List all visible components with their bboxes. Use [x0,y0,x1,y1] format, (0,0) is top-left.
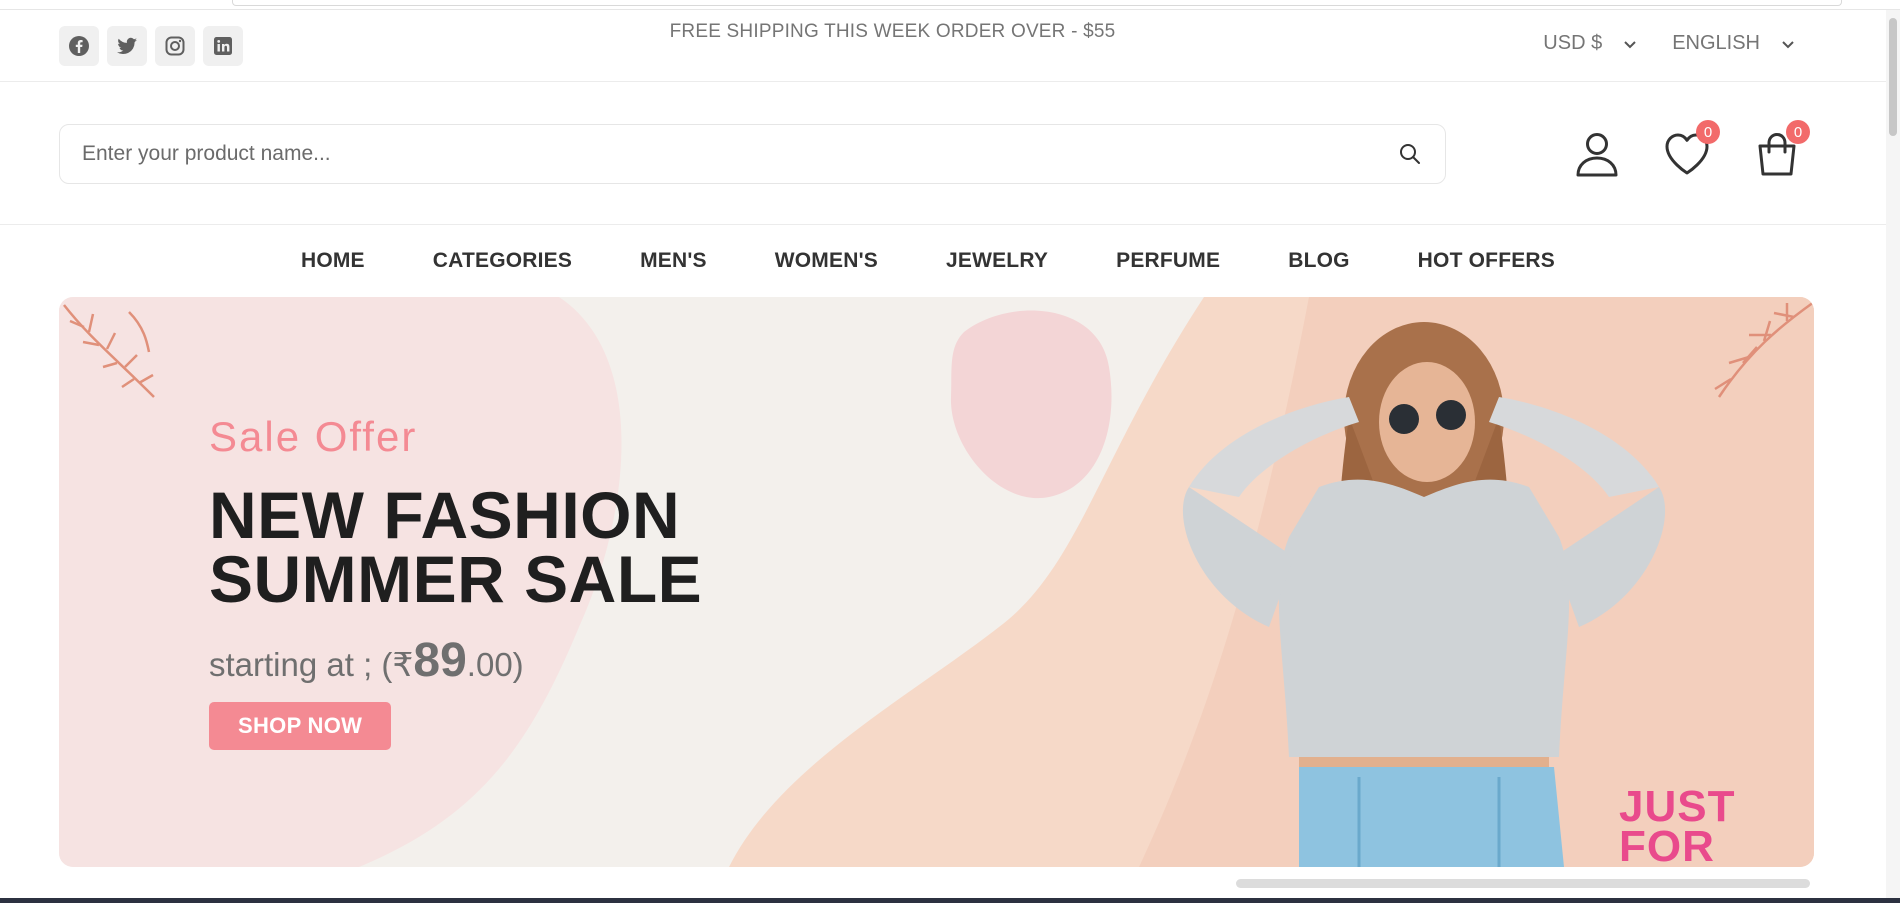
vertical-scrollbar[interactable] [1886,10,1900,903]
shop-now-button[interactable]: SHOP NOW [209,702,392,750]
shipping-notice: FREE SHIPPING THIS WEEK ORDER OVER - $55 [669,21,1116,42]
wishlist-count-badge: 0 [1696,120,1720,144]
main-nav: HOME CATEGORIES MEN'S WOMEN'S JEWELRY PE… [0,245,1886,289]
banner-title-line-1: NEW FASHION [209,478,681,552]
price-amount: 89 [413,634,467,687]
search-icon [1400,144,1420,164]
language-value: ENGLISH [1672,32,1760,54]
account-button[interactable] [1572,126,1622,182]
banner-corner-text: JUST FOR [1619,782,1736,868]
price-prefix: starting at ; (₹ [209,646,414,683]
banner-price: starting at ; (₹89.00) [209,633,702,688]
top-bar: FREE SHIPPING THIS WEEK ORDER OVER - $55… [0,10,1886,82]
vertical-scrollbar-thumb[interactable] [1889,18,1897,136]
cart-count-badge: 0 [1786,120,1810,144]
banner-title-line-2: SUMMER SALE [209,542,703,616]
search-bar [59,124,1446,184]
corner-text-line-1: JUST [1619,782,1736,831]
nav-item-categories[interactable]: CATEGORIES [433,245,572,289]
currency-value: USD $ [1543,32,1603,54]
nav-item-jewelry[interactable]: JEWELRY [946,245,1048,289]
locale-selectors: USD $ ENGLISH [1543,32,1796,55]
nav-item-perfume[interactable]: PERFUME [1116,245,1220,289]
nav-item-hot-offers[interactable]: HOT OFFERS [1418,245,1555,289]
chevron-down-icon [1782,40,1794,48]
banner-horizontal-scrollbar[interactable] [1236,879,1810,888]
user-icon [1576,133,1618,177]
chevron-down-icon [1624,40,1636,48]
nav-item-womens[interactable]: WOMEN'S [775,245,878,289]
banner-subtitle: Sale Offer [209,413,418,460]
browser-chrome-edge [0,0,1900,10]
banner-content: Sale Offer NEW FASHION SUMMER SALE start… [209,413,702,750]
banner-title: NEW FASHION SUMMER SALE [209,478,703,616]
nav-item-mens[interactable]: MEN'S [640,245,707,289]
nav-item-home[interactable]: HOME [301,245,365,289]
main-header: 0 0 [0,82,1886,225]
nav-item-blog[interactable]: BLOG [1288,245,1349,289]
hero-banner: Sale Offer NEW FASHION SUMMER SALE start… [59,297,1814,867]
search-input[interactable] [60,125,1375,183]
search-button[interactable] [1375,125,1445,183]
corner-text-line-2: FOR [1619,822,1715,868]
wishlist-button[interactable]: 0 [1662,120,1720,182]
browser-tab-outline [232,0,1842,6]
currency-select[interactable]: USD $ [1543,32,1638,55]
language-select[interactable]: ENGLISH [1672,32,1796,55]
cart-button[interactable]: 0 [1752,120,1810,182]
header-actions: 0 0 [1572,120,1810,182]
price-suffix: .00) [466,646,524,683]
window-bottom-edge [0,898,1900,903]
